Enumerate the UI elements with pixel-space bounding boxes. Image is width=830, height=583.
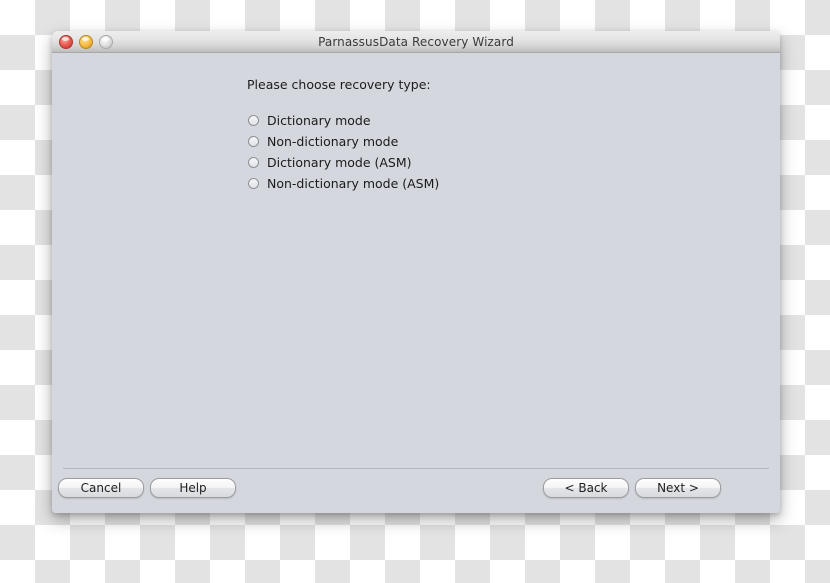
radio-option-label: Dictionary mode (ASM) xyxy=(267,155,412,170)
window-title: ParnassusData Recovery Wizard xyxy=(318,34,514,49)
radio-option-non-dictionary-mode[interactable]: Non-dictionary mode xyxy=(248,131,439,152)
radio-option-label: Dictionary mode xyxy=(267,113,371,128)
cancel-button[interactable]: Cancel xyxy=(58,478,144,498)
window-controls xyxy=(59,35,113,49)
wizard-content-panel: Please choose recovery type: Dictionary … xyxy=(52,53,780,513)
recovery-type-radio-group[interactable]: Dictionary mode Non-dictionary mode Dict… xyxy=(248,110,439,194)
radio-circle-icon[interactable] xyxy=(248,178,259,189)
next-button[interactable]: Next > xyxy=(635,478,721,498)
radio-circle-icon[interactable] xyxy=(248,157,259,168)
radio-circle-icon[interactable] xyxy=(248,115,259,126)
zoom-button-icon xyxy=(99,35,113,49)
radio-option-dictionary-mode-asm[interactable]: Dictionary mode (ASM) xyxy=(248,152,439,173)
radio-option-label: Non-dictionary mode xyxy=(267,134,399,149)
radio-option-dictionary-mode[interactable]: Dictionary mode xyxy=(248,110,439,131)
recovery-type-prompt: Please choose recovery type: xyxy=(247,77,431,92)
back-button[interactable]: < Back xyxy=(543,478,629,498)
wizard-footer: Cancel Help < Back Next > xyxy=(52,469,780,513)
help-button[interactable]: Help xyxy=(150,478,236,498)
minimize-button-icon[interactable] xyxy=(79,35,93,49)
radio-option-non-dictionary-mode-asm[interactable]: Non-dictionary mode (ASM) xyxy=(248,173,439,194)
close-button-icon[interactable] xyxy=(59,35,73,49)
recovery-wizard-window: ParnassusData Recovery Wizard Please cho… xyxy=(52,31,780,513)
radio-circle-icon[interactable] xyxy=(248,136,259,147)
window-titlebar[interactable]: ParnassusData Recovery Wizard xyxy=(52,31,780,53)
radio-option-label: Non-dictionary mode (ASM) xyxy=(267,176,440,191)
